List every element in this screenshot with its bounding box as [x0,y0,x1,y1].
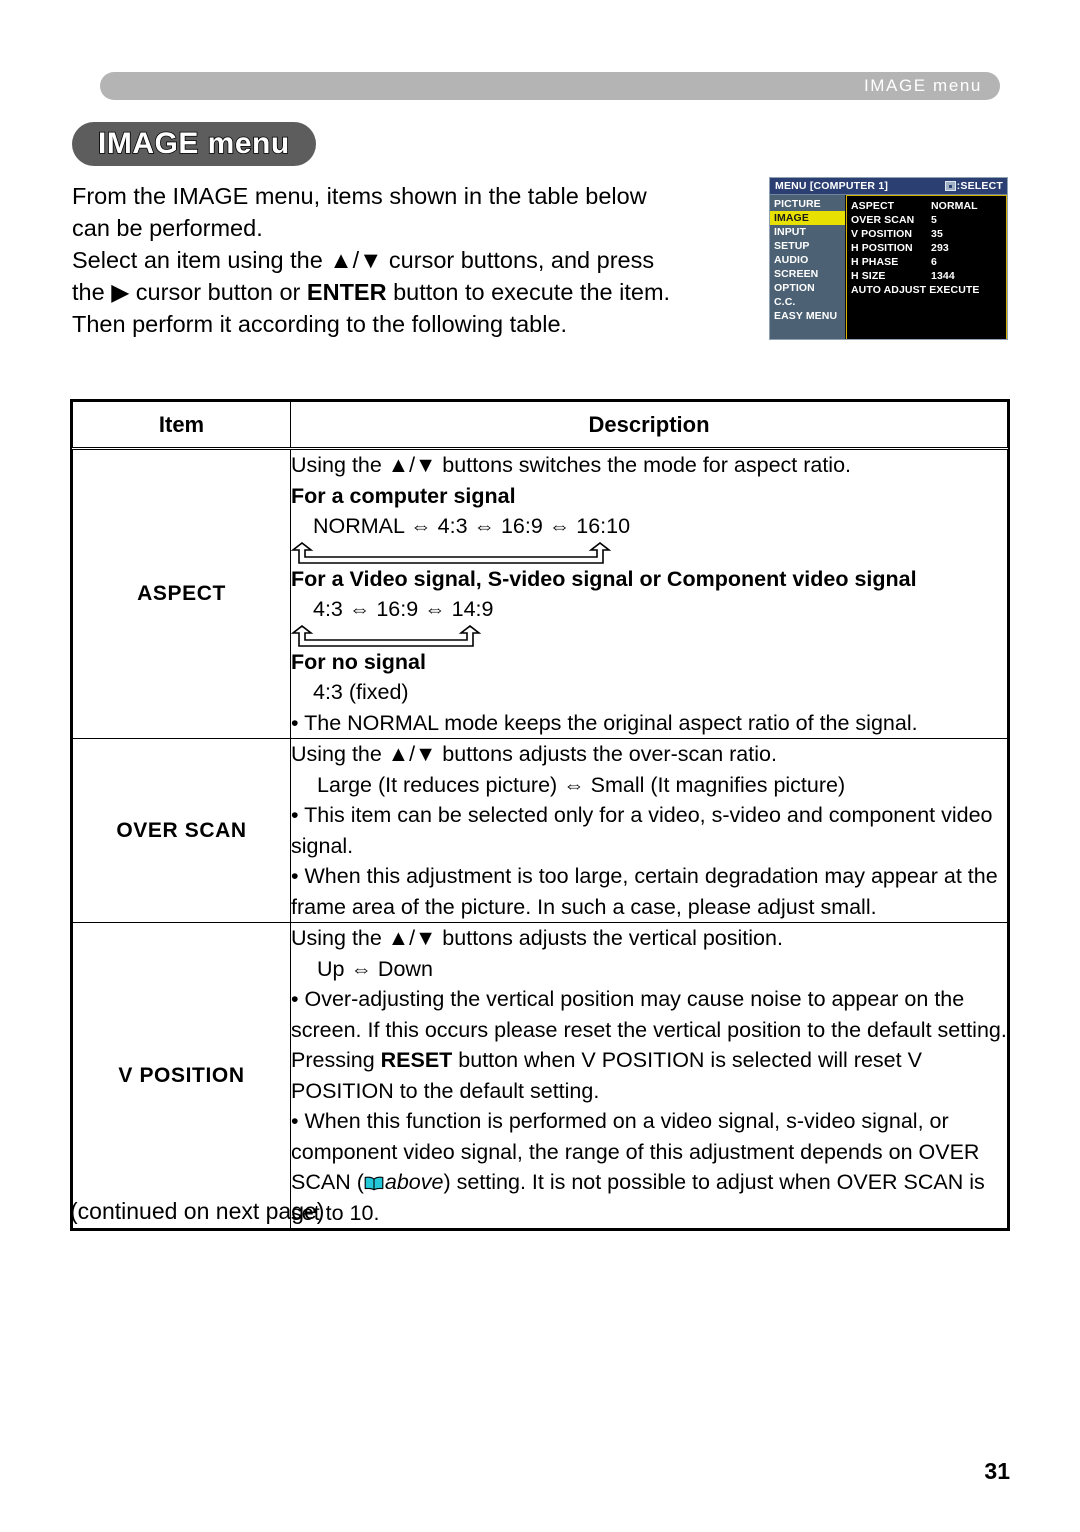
continued-note: (continued on next page) [70,1198,325,1224]
vposition-reference-above: above [384,1170,444,1194]
osd-key-h-position: H POSITION [851,242,913,254]
vposition-bullet-1: • Over-adjusting the vertical position m… [291,987,1007,1042]
osd-sidebar-item-easy-menu[interactable]: EASY MENU [770,309,845,323]
osd-sidebar-item-option[interactable]: OPTION [770,281,845,295]
osd-sidebar-item-cc[interactable]: C.C. [770,295,845,309]
item-name-v-position: V POSITION [72,922,291,1229]
table-row: V POSITION Using the ▲/▼ buttons adjusts… [72,922,1008,1229]
osd-key-h-size: H SIZE [851,270,886,282]
vposition-reset-paragraph: Pressing RESET button when V POSITION is… [291,1045,1007,1106]
osd-key-h-phase: H PHASE [851,256,899,268]
image-menu-table: Item Description ASPECT Using the ▲/▼ bu… [70,399,1010,1231]
running-header-bar: IMAGE menu [100,72,1000,100]
description-aspect: Using the ▲/▼ buttons switches the mode … [290,448,1008,739]
osd-menu-screenshot: MENU [COMPUTER 1] :SELECT PICTURE IMAGE … [769,177,1008,340]
osd-key-aspect: ASPECT [851,200,895,212]
table-row: OVER SCAN Using the ▲/▼ buttons adjusts … [72,738,1008,923]
intro-line-1: From the IMAGE menu, items shown in the … [72,183,647,209]
cursor-pad-icon [944,181,956,191]
osd-value-v-position: 35 [931,228,943,240]
overscan-sequence: Large (It reduces picture) ⇔ Small (It m… [317,772,846,797]
osd-value-h-phase: 6 [931,256,937,268]
osd-select-hint: :SELECT [944,180,1003,192]
osd-key-over-scan: OVER SCAN [851,214,915,226]
enter-button-keyword: ENTER [306,279,387,305]
osd-row-over-scan[interactable]: OVER SCAN 5 [851,213,1006,227]
aspect-loop-arrow-computer [291,541,1007,564]
intro-line-4a: the ▶ cursor button or [72,279,307,305]
column-header-description: Description [290,401,1008,450]
osd-sidebar-item-picture[interactable]: PICTURE [770,197,845,211]
aspect-loop-arrow-video [291,624,1007,647]
osd-row-v-position[interactable]: V POSITION 35 [851,227,1006,241]
osd-sidebar-item-setup[interactable]: SETUP [770,239,845,253]
osd-row-aspect[interactable]: ASPECT NORMAL [851,199,1006,213]
osd-value-h-position: 293 [931,242,949,254]
aspect-subhead-video: For a Video signal, S-video signal or Co… [291,566,917,591]
page-title: IMAGE menu [97,126,290,161]
book-reference-icon [364,1169,384,1191]
aspect-sequence-no-signal: 4:3 (fixed) [313,680,409,704]
running-header-text: IMAGE menu [863,76,982,95]
osd-value-h-size: 1344 [931,270,955,282]
reset-button-keyword: RESET [380,1048,453,1072]
aspect-bullet-1: • The NORMAL mode keeps the original asp… [291,710,918,735]
overscan-bullet-1: • This item can be selected only for a v… [291,803,993,858]
description-v-position: Using the ▲/▼ buttons adjusts the vertic… [290,922,1008,1229]
table-row: ASPECT Using the ▲/▼ buttons switches th… [72,448,1008,739]
aspect-subhead-computer: For a computer signal [291,483,516,508]
aspect-subhead-no-signal: For no signal [291,649,426,674]
osd-key-auto-adjust-execute: AUTO ADJUST EXECUTE [851,284,980,296]
overscan-intro: Using the ▲/▼ buttons adjusts the over-s… [291,742,777,766]
osd-sidebar: PICTURE IMAGE INPUT SETUP AUDIO SCREEN O… [770,195,846,339]
osd-row-auto-adjust-execute[interactable]: AUTO ADJUST EXECUTE [851,283,1006,297]
intro-line-3: Select an item using the ▲/▼ cursor butt… [72,247,655,273]
vposition-reset-part-a: Pressing [291,1048,381,1072]
intro-paragraph: From the IMAGE menu, items shown in the … [72,180,752,340]
osd-sidebar-item-image[interactable]: IMAGE [770,211,845,225]
osd-sidebar-item-audio[interactable]: AUDIO [770,253,845,267]
aspect-sequence-video: 4:3 ⇔ 16:9 ⇔ 14:9 [313,597,494,621]
osd-row-h-size[interactable]: H SIZE 1344 [851,269,1006,283]
vposition-intro: Using the ▲/▼ buttons adjusts the vertic… [291,926,783,950]
osd-value-over-scan: 5 [931,214,937,226]
osd-body: PICTURE IMAGE INPUT SETUP AUDIO SCREEN O… [770,195,1007,339]
page-title-badge: IMAGE menu [72,122,316,166]
vposition-sequence: Up ⇔ Down [317,956,433,981]
osd-title: MENU [COMPUTER 1] [775,180,889,192]
osd-settings-panel: ASPECT NORMAL OVER SCAN 5 V POSITION 35 … [846,195,1007,339]
intro-line-2: can be performed. [72,215,263,241]
overscan-bullet-2: • When this adjustment is too large, cer… [291,864,998,919]
table-header-row: Item Description [72,401,1008,450]
intro-line-5: Then perform it according to the followi… [72,311,568,337]
osd-sidebar-item-input[interactable]: INPUT [770,225,845,239]
item-name-aspect: ASPECT [72,448,291,739]
intro-line-4c: button to execute the item. [386,279,671,305]
osd-key-v-position: V POSITION [851,228,913,240]
page-number: 31 [984,1458,1010,1484]
vposition-bullet-2: • When this function is performed on a v… [291,1106,1007,1228]
osd-row-h-phase[interactable]: H PHASE 6 [851,255,1006,269]
column-header-item: Item [72,401,291,450]
osd-sidebar-item-screen[interactable]: SCREEN [770,267,845,281]
osd-select-label: :SELECT [956,180,1003,192]
osd-titlebar: MENU [COMPUTER 1] :SELECT [770,178,1007,195]
osd-value-aspect: NORMAL [931,200,978,212]
description-over-scan: Using the ▲/▼ buttons adjusts the over-s… [290,738,1008,923]
aspect-intro: Using the ▲/▼ buttons switches the mode … [291,453,852,477]
item-name-over-scan: OVER SCAN [72,738,291,923]
aspect-sequence-computer: NORMAL ⇔ 4:3 ⇔ 16:9 ⇔ 16:10 [313,514,631,538]
osd-row-h-position[interactable]: H POSITION 293 [851,241,1006,255]
